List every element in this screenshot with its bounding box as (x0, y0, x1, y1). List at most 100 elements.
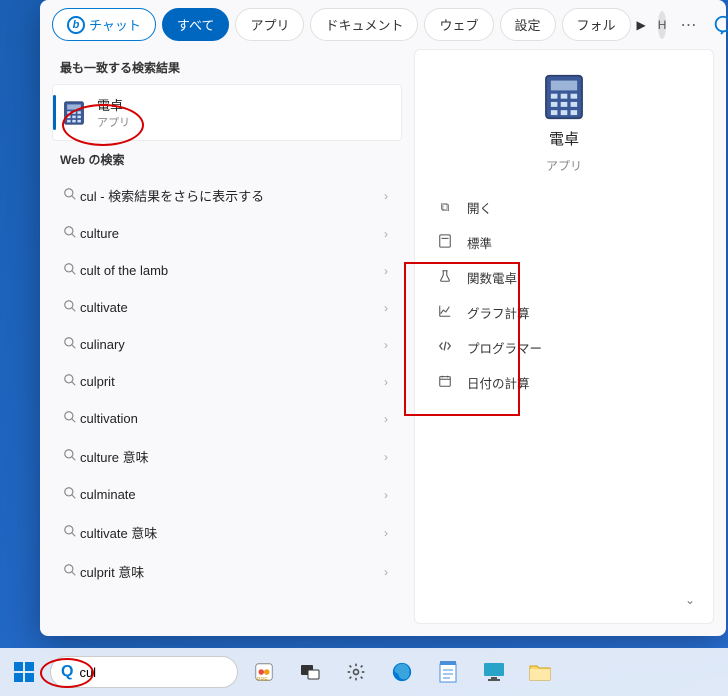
taskbar-search[interactable]: Q (50, 656, 238, 688)
preview-action[interactable]: 日付の計算 (419, 365, 709, 400)
chevron-right-icon: › (378, 450, 394, 464)
search-icon (60, 299, 80, 316)
search-panel: b チャット すべて アプリ ドキュメント ウェブ 設定 フォル ▶ H ⋯ 最… (40, 0, 726, 636)
web-result-label: culprit (80, 374, 378, 389)
preview-action[interactable]: グラフ計算 (419, 295, 709, 330)
web-result[interactable]: cultivate › (52, 289, 402, 326)
preview-action[interactable]: 関数電卓 (419, 260, 709, 295)
web-result[interactable]: culinary › (52, 326, 402, 363)
taskbar-icon-copilot[interactable]: PRE (244, 652, 284, 692)
chevron-right-icon: › (378, 412, 394, 426)
preview-action[interactable]: 標準 (419, 225, 709, 260)
search-icon (60, 336, 80, 353)
web-result-label: culprit 意味 (80, 562, 378, 581)
best-match-header: 最も一致する検索結果 (52, 49, 402, 84)
action-label: 標準 (467, 233, 492, 252)
web-result[interactable]: culprit 意味 › (52, 552, 402, 591)
preview-subtitle: アプリ (546, 157, 582, 174)
taskbar-icon-notepad[interactable] (428, 652, 468, 692)
web-result[interactable]: culminate › (52, 476, 402, 513)
chevron-right-icon: › (378, 488, 394, 502)
calculator-icon (61, 100, 87, 126)
action-label: プログラマー (467, 338, 542, 357)
preview-action[interactable]: プログラマー (419, 330, 709, 365)
tab-apps[interactable]: アプリ (235, 8, 304, 41)
search-icon (60, 410, 80, 427)
web-result-label: cultivation (80, 411, 378, 426)
chevron-right-icon: › (378, 565, 394, 579)
web-result-label: culinary (80, 337, 378, 352)
start-button[interactable] (4, 652, 44, 692)
web-results-list: cul - 検索結果をさらに表示する › culture › cult of t… (52, 176, 402, 591)
taskbar-icon-edge[interactable] (382, 652, 422, 692)
chevron-right-icon: › (378, 227, 394, 241)
web-result-label: cultivate (80, 300, 378, 315)
web-result[interactable]: cul - 検索結果をさらに表示する › (52, 176, 402, 215)
search-icon (60, 448, 80, 465)
taskbar: Q PRE (0, 648, 728, 696)
best-match-title: 電卓 (97, 95, 393, 114)
search-icon (60, 486, 80, 503)
calendar-icon (437, 374, 453, 391)
tab-chat-label: チャット (89, 15, 141, 34)
tabs-scroll-right[interactable]: ▶ (637, 18, 646, 32)
web-search-header: Web の検索 (52, 141, 402, 176)
web-result-label: culminate (80, 487, 378, 502)
open-icon: ⧉ (437, 200, 453, 215)
tab-all[interactable]: すべて (162, 8, 230, 41)
taskbar-icon-monitor[interactable] (474, 652, 514, 692)
account-button[interactable]: H (658, 11, 667, 39)
search-icon: Q (61, 663, 73, 681)
taskbar-icon-explorer[interactable] (520, 652, 560, 692)
web-result[interactable]: culture 意味 › (52, 437, 402, 476)
action-label: 日付の計算 (467, 373, 530, 392)
search-icon (60, 373, 80, 390)
tab-folders[interactable]: フォル (562, 8, 631, 41)
svg-text:PRE: PRE (257, 677, 269, 683)
chevron-right-icon: › (378, 375, 394, 389)
web-result-label: cul - 検索結果をさらに表示する (80, 186, 378, 205)
search-icon (60, 524, 80, 541)
best-match-subtitle: アプリ (97, 114, 393, 130)
taskbar-icon-taskview[interactable] (290, 652, 330, 692)
bing-chat-button[interactable] (712, 11, 728, 39)
tabs-row: b チャット すべて アプリ ドキュメント ウェブ 設定 フォル ▶ H ⋯ (40, 0, 726, 49)
preview-title: 電卓 (549, 128, 579, 149)
chevron-right-icon: › (378, 338, 394, 352)
web-result-label: cultivate 意味 (80, 523, 378, 542)
web-result-label: cult of the lamb (80, 263, 378, 278)
web-result[interactable]: culture › (52, 215, 402, 252)
web-result[interactable]: cultivate 意味 › (52, 513, 402, 552)
tab-settings[interactable]: 設定 (500, 8, 556, 41)
preview-header: 電卓 アプリ (419, 66, 709, 190)
action-label: グラフ計算 (467, 303, 530, 322)
preview-panel: 電卓 アプリ ⧉ 開く 標準 関数電卓 グラフ計算 プログラマー 日付の計算 ⌄ (414, 49, 714, 624)
flask-icon (437, 269, 453, 286)
chevron-right-icon: › (378, 526, 394, 540)
web-result[interactable]: cultivation › (52, 400, 402, 437)
graph-icon (437, 304, 453, 321)
web-result[interactable]: culprit › (52, 363, 402, 400)
web-result[interactable]: cult of the lamb › (52, 252, 402, 289)
search-icon (60, 563, 80, 580)
calculator-icon (544, 74, 584, 120)
web-result-label: culture (80, 226, 378, 241)
action-label: 関数電卓 (467, 268, 517, 287)
open-action[interactable]: ⧉ 開く (419, 190, 709, 225)
best-match-result[interactable]: 電卓 アプリ (52, 84, 402, 141)
expand-button[interactable]: ⌄ (671, 589, 709, 611)
search-input[interactable] (79, 665, 255, 680)
more-button[interactable]: ⋯ (672, 15, 706, 35)
tab-web[interactable]: ウェブ (424, 8, 493, 41)
code-icon (437, 339, 453, 356)
actions-list: 標準 関数電卓 グラフ計算 プログラマー 日付の計算 (419, 225, 709, 400)
tab-chat[interactable]: b チャット (52, 8, 156, 41)
tab-documents[interactable]: ドキュメント (310, 8, 418, 41)
chevron-down-icon: ⌄ (685, 593, 695, 607)
search-icon (60, 187, 80, 204)
main-content: 最も一致する検索結果 電卓 アプリ Web の検索 cul - 検索結果をさらに… (40, 49, 726, 636)
calc-icon (437, 234, 453, 251)
search-icon (60, 262, 80, 279)
search-icon (60, 225, 80, 242)
taskbar-icon-settings[interactable] (336, 652, 376, 692)
